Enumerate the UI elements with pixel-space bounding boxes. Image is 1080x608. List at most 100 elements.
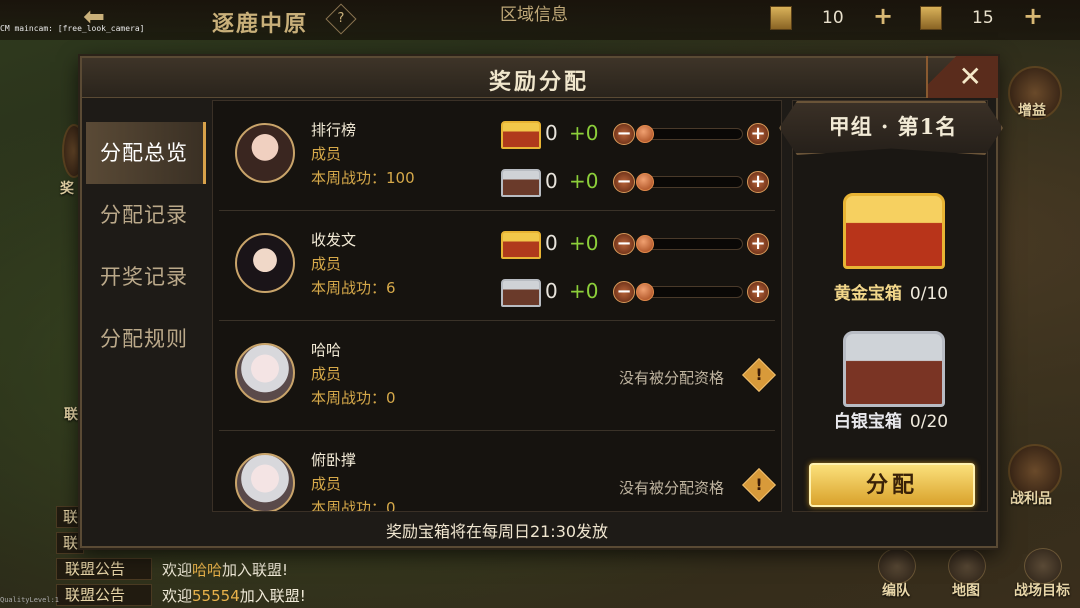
formation-button[interactable]: 编队 <box>868 548 924 604</box>
gold-chest-summary: 黄金宝箱 0/10 <box>793 279 989 304</box>
add-resource-1-button[interactable]: + <box>872 4 894 28</box>
token-icon <box>770 6 792 30</box>
release-notice: 奖励宝箱将在每周日21:30发放 <box>385 522 609 541</box>
member-score: 本周战功：0 <box>311 389 396 407</box>
warning-icon[interactable]: ! <box>742 358 776 392</box>
rank-text: 甲组 · 第1名 <box>828 114 958 139</box>
silver-chest-icon <box>843 331 945 407</box>
spoils-label: 战利品 <box>1010 491 1052 507</box>
help-icon[interactable]: ? <box>325 3 357 35</box>
member-role: 成员 <box>311 365 342 383</box>
formation-label: 编队 <box>882 583 910 599</box>
member-role: 成员 <box>311 475 342 493</box>
alliance-widget-label: 联 <box>64 407 78 423</box>
dialog-title: 奖励分配 <box>488 69 589 95</box>
region-info-button[interactable]: 区域信息 <box>500 0 568 25</box>
increase-button[interactable]: + <box>747 171 769 193</box>
silver-added: +0 <box>569 169 599 193</box>
member-name: 哈哈 <box>311 341 342 359</box>
silver-slider[interactable] <box>636 173 743 191</box>
gold-count: 0 <box>545 121 558 145</box>
assign-button[interactable]: 分配 <box>809 463 975 507</box>
close-button[interactable]: ✕ <box>926 56 998 98</box>
decrease-button[interactable]: − <box>613 233 635 255</box>
member-name: 排行榜 <box>311 121 357 139</box>
member-role: 成员 <box>311 255 342 273</box>
increase-button[interactable]: + <box>747 233 769 255</box>
silver-chest-allocator: 0 +0 − + <box>501 277 771 307</box>
chat-message: 欢迎55554加入联盟! <box>162 587 306 605</box>
chat-tag: 联盟公告 <box>56 558 152 580</box>
gold-slider[interactable] <box>636 125 743 143</box>
member-row: 哈哈 成员 本周战功：0 没有被分配资格 ! <box>219 321 776 431</box>
member-row: 排行榜 成员 本周战功：100 0 +0 − + 0 +0 − + <box>219 101 775 211</box>
tab-draw-records[interactable]: 开奖记录 <box>86 246 206 308</box>
gold-count: 0 <box>545 231 558 255</box>
member-name: 收发文 <box>311 231 357 249</box>
map-icon <box>948 548 986 584</box>
decrease-button[interactable]: − <box>613 171 635 193</box>
add-resource-2-button[interactable]: + <box>1022 4 1044 28</box>
member-role: 成员 <box>311 145 342 163</box>
avatar <box>235 123 295 183</box>
camera-debug-text: CM maincam: [free_look_camera] <box>0 24 145 33</box>
world-title: 逐鹿中原 <box>212 11 309 37</box>
silver-chest-count: 0/20 <box>909 412 949 432</box>
member-name: 俯卧撑 <box>311 451 357 469</box>
chat-tag: 联盟公告 <box>56 584 152 606</box>
banner-icon <box>920 6 942 30</box>
tab-allocation-rules[interactable]: 分配规则 <box>86 308 206 370</box>
member-row: 俯卧撑 成员 本周战功：0 没有被分配资格 ! <box>219 431 776 512</box>
silver-count: 0 <box>545 169 558 193</box>
silver-chest-allocator: 0 +0 − + <box>501 167 771 197</box>
decrease-button[interactable]: − <box>613 281 635 303</box>
tab-allocation-overview[interactable]: 分配总览 <box>86 122 206 184</box>
silver-chest-icon <box>501 279 541 307</box>
gold-added: +0 <box>569 121 599 145</box>
map-button[interactable]: 地图 <box>938 548 994 604</box>
slider-knob[interactable] <box>636 235 654 253</box>
chat-message: 欢迎哈哈加入联盟! <box>162 561 289 579</box>
gold-added: +0 <box>569 231 599 255</box>
dialog-header: 奖励分配 <box>82 58 996 98</box>
gold-chest-icon <box>843 193 945 269</box>
member-score: 本周战功：0 <box>311 499 396 512</box>
warning-icon[interactable]: ! <box>742 468 776 502</box>
gold-chest-count: 0/10 <box>909 284 949 304</box>
no-eligibility-text: 没有被分配资格 <box>619 479 725 497</box>
member-list[interactable]: 排行榜 成员 本周战功：100 0 +0 − + 0 +0 − + 收发文 成员… <box>212 100 782 512</box>
increase-button[interactable]: + <box>747 281 769 303</box>
battle-goal-button[interactable]: 战场目标 <box>1006 548 1078 604</box>
gold-chest-icon <box>501 121 541 149</box>
avatar <box>235 233 295 293</box>
silver-chest-name: 白银宝箱 <box>833 412 902 432</box>
reward-widget-label: 奖 <box>60 181 74 197</box>
quality-debug-text: QualityLevel:1 <box>0 596 60 604</box>
slider-knob[interactable] <box>636 283 654 301</box>
gold-chest-allocator: 0 +0 − + <box>501 229 771 259</box>
reward-allocation-dialog: 奖励分配 ✕ 分配总览 分配记录 开奖记录 分配规则 排行榜 成员 本周战功：1… <box>80 56 1003 548</box>
silver-slider[interactable] <box>636 283 743 301</box>
slider-knob[interactable] <box>636 125 654 143</box>
silver-chest-icon <box>501 169 541 197</box>
avatar <box>235 343 295 403</box>
target-icon <box>1024 548 1062 584</box>
map-label: 地图 <box>952 583 980 599</box>
resource-value-1: 10 <box>822 8 844 28</box>
increase-button[interactable]: + <box>747 123 769 145</box>
tab-allocation-records[interactable]: 分配记录 <box>86 184 206 246</box>
member-score: 本周战功：6 <box>311 279 396 297</box>
rank-banner: 甲组 · 第1名 <box>779 101 1003 155</box>
resource-counter-2: 15 + <box>918 4 1048 30</box>
silver-chest-summary: 白银宝箱 0/20 <box>793 407 989 432</box>
top-bar: ⬅ 逐鹿中原 ? 区域信息 CM maincam: [free_look_cam… <box>0 0 1080 40</box>
silver-count: 0 <box>545 279 558 303</box>
slider-knob[interactable] <box>636 173 654 191</box>
resource-value-2: 15 <box>972 8 994 28</box>
decrease-button[interactable]: − <box>613 123 635 145</box>
reward-summary-panel: 甲组 · 第1名 黄金宝箱 0/10 白银宝箱 0/20 分配 <box>779 100 1003 512</box>
gold-slider[interactable] <box>636 235 743 253</box>
silver-added: +0 <box>569 279 599 303</box>
gold-chest-allocator: 0 +0 − + <box>501 119 771 149</box>
formation-icon <box>878 548 916 584</box>
